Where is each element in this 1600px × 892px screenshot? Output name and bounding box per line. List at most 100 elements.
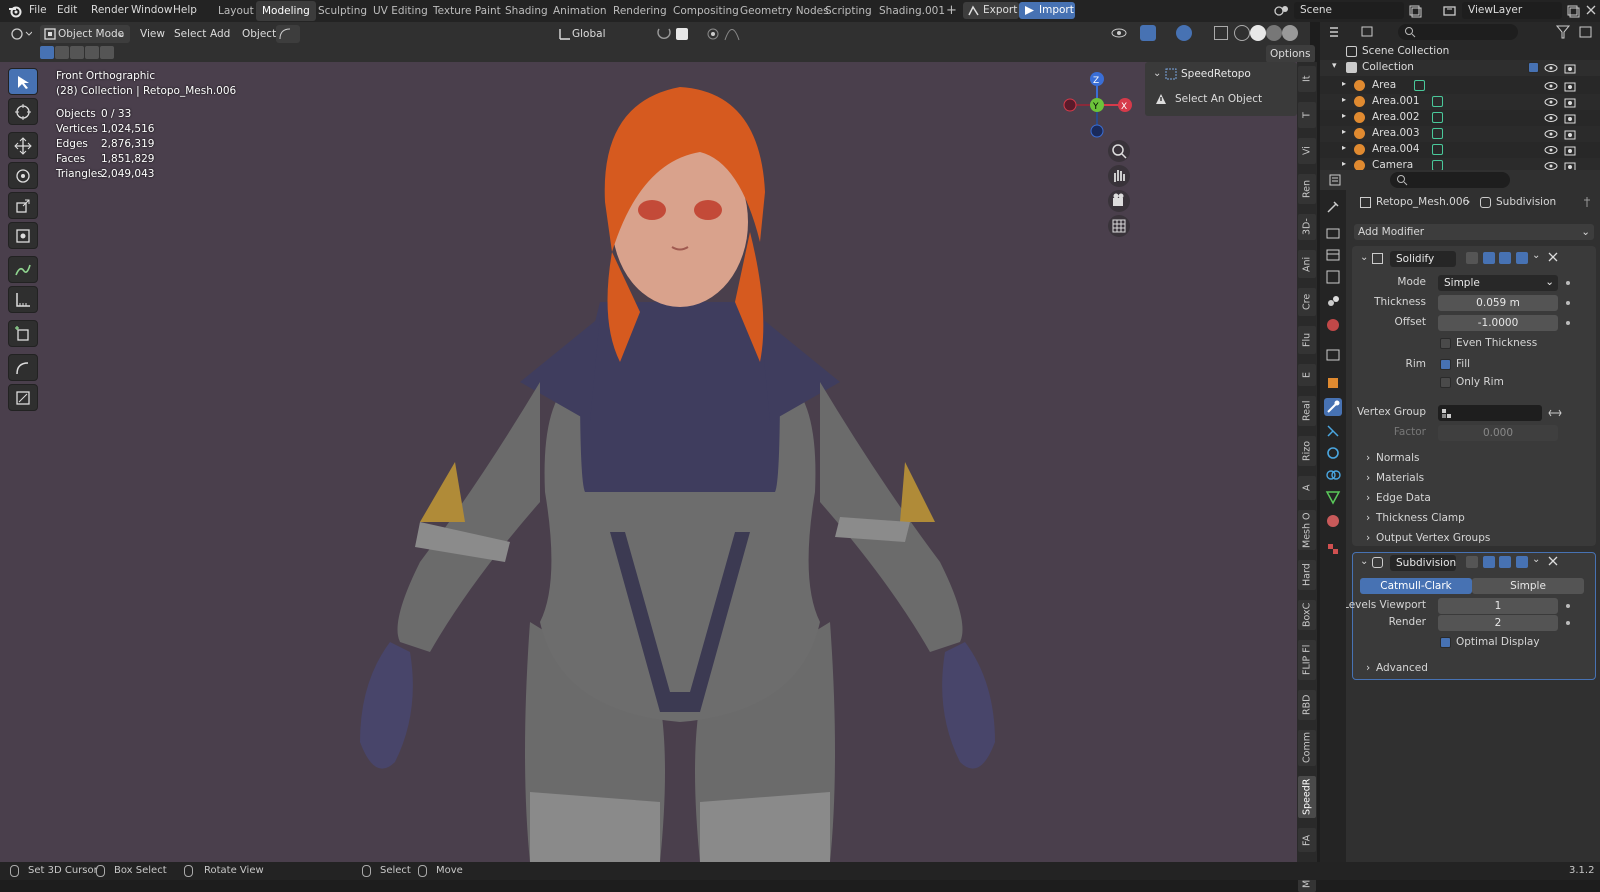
measure-tool[interactable]	[8, 286, 38, 313]
edit-mode-toggle-icon[interactable]	[1466, 556, 1478, 568]
add-workspace-button[interactable]: +	[940, 1, 963, 21]
on-cage-icon[interactable]	[1483, 556, 1495, 568]
eye-icon[interactable]	[1544, 144, 1558, 156]
outliner-item[interactable]: ▸ Area.002	[1320, 110, 1600, 126]
menu-select[interactable]: Select	[170, 25, 210, 43]
select-subtract-icon[interactable]	[70, 46, 84, 59]
catmull-clark-tab[interactable]: Catmull-Clark	[1360, 578, 1472, 594]
shrink-tool[interactable]	[8, 384, 38, 411]
filter-icon[interactable]	[1555, 25, 1574, 39]
tab-shading[interactable]: Shading	[499, 1, 554, 21]
falloff-icon[interactable]	[724, 27, 740, 41]
select-intersect-icon[interactable]	[100, 46, 114, 59]
rotate-tool[interactable]	[8, 162, 38, 189]
view-layer-tab-icon[interactable]	[1324, 268, 1342, 286]
materials-subpanel[interactable]: Materials	[1376, 472, 1424, 484]
menu-window[interactable]: Window	[131, 4, 172, 16]
annotate-tool[interactable]	[8, 256, 38, 283]
outliner-item[interactable]: ▸ Camera	[1320, 158, 1600, 170]
import-button[interactable]: Import	[1019, 2, 1075, 19]
menu-object[interactable]: Object	[238, 25, 280, 43]
add-cube-tool[interactable]	[8, 320, 38, 347]
edit-mode-toggle-icon[interactable]	[1466, 252, 1478, 264]
optimal-display-checkbox[interactable]	[1440, 637, 1451, 648]
keyframe-dot[interactable]	[1566, 281, 1570, 285]
navigation-gizmo[interactable]: Z Y X	[1060, 70, 1140, 140]
sidebar-tab-a[interactable]: A	[1298, 476, 1316, 500]
sidebar-tab-real[interactable]: Real	[1298, 396, 1316, 426]
expand-icon[interactable]: ▾	[1332, 61, 1337, 71]
overlay-toggle-icon[interactable]	[1176, 25, 1192, 41]
ortho-grid-icon[interactable]	[1108, 215, 1130, 237]
zoom-icon[interactable]	[1108, 140, 1130, 162]
render-toggle-icon[interactable]	[1516, 252, 1528, 264]
tab-modeling[interactable]: Modeling	[256, 1, 316, 21]
sidebar-tab-t[interactable]: T	[1298, 102, 1316, 128]
outliner-search-input[interactable]	[1398, 24, 1518, 40]
sidebar-tab-flip-fl[interactable]: FLIP Fl	[1298, 640, 1316, 680]
simple-tab[interactable]: Simple	[1472, 578, 1584, 594]
expand-icon[interactable]: ▸	[1342, 159, 1346, 168]
xray-icon[interactable]	[1214, 26, 1228, 40]
viewport-display-icon[interactable]	[1499, 252, 1511, 264]
camera-render-icon[interactable]	[1564, 128, 1576, 140]
camera-render-icon[interactable]	[1564, 144, 1576, 156]
scale-tool[interactable]	[8, 192, 38, 219]
shading-solid-icon[interactable]	[1250, 25, 1266, 41]
sidebar-tab-hard[interactable]: Hard	[1298, 560, 1316, 590]
offset-field[interactable]: -1.0000	[1438, 315, 1558, 331]
transform-orientation-dropdown[interactable]: Global	[556, 25, 622, 43]
view-layer-icon[interactable]	[1442, 4, 1458, 18]
mode-dropdown[interactable]: Simple ⌄	[1438, 275, 1558, 291]
close-icon[interactable]	[1548, 252, 1558, 262]
add-modifier-button[interactable]: Add Modifier ⌄	[1354, 224, 1594, 240]
keyframe-dot[interactable]	[1566, 604, 1570, 608]
expand-icon[interactable]: ›	[1366, 452, 1370, 464]
sidebar-tab-rbd[interactable]: RBD	[1298, 690, 1316, 720]
shading-rendered-icon[interactable]	[1282, 25, 1298, 41]
collection-checkbox[interactable]	[1528, 62, 1539, 73]
pin-icon[interactable]	[1582, 196, 1592, 208]
data-tab-icon[interactable]	[1324, 488, 1342, 506]
camera-render-icon[interactable]	[1564, 160, 1576, 170]
world-tab-icon[interactable]	[1324, 316, 1342, 334]
tab-layout[interactable]: Layout	[212, 1, 260, 21]
move-tool[interactable]	[8, 132, 38, 159]
grease-pencil-dropdown[interactable]	[276, 25, 300, 43]
proportional-edit-icon[interactable]	[706, 27, 720, 41]
menu-render[interactable]: Render	[91, 4, 128, 16]
outliner-scene-collection[interactable]: Scene Collection	[1320, 44, 1600, 60]
thickness-clamp-subpanel[interactable]: Thickness Clamp	[1376, 512, 1465, 524]
shear-tool[interactable]	[8, 354, 38, 381]
normals-subpanel[interactable]: Normals	[1376, 452, 1419, 464]
visibility-icon[interactable]	[1110, 26, 1128, 40]
expand-icon[interactable]: ▸	[1342, 143, 1346, 152]
scene-icon[interactable]	[1274, 4, 1290, 18]
tab-rendering[interactable]: Rendering	[607, 1, 673, 21]
edge-data-subpanel[interactable]: Edge Data	[1376, 492, 1431, 504]
editor-type-icon[interactable]	[10, 26, 33, 42]
vertex-group-field[interactable]	[1438, 405, 1542, 421]
physics-tab-icon[interactable]	[1324, 444, 1342, 462]
output-tab-icon[interactable]	[1324, 246, 1342, 264]
eye-icon[interactable]	[1544, 62, 1558, 74]
expand-icon[interactable]: ▸	[1342, 127, 1346, 136]
tab-scripting[interactable]: Scripting	[819, 1, 878, 21]
fill-checkbox[interactable]	[1440, 359, 1451, 370]
dropdown-icon[interactable]: ⌄	[1532, 250, 1540, 261]
sidebar-tab-rizo[interactable]: Rizo	[1298, 436, 1316, 466]
menu-edit[interactable]: Edit	[57, 4, 77, 16]
cursor-tool[interactable]	[8, 98, 38, 125]
scene-tab-icon[interactable]	[1324, 292, 1342, 310]
sidebar-tab-flu[interactable]: Flu	[1298, 326, 1316, 354]
expand-icon[interactable]: ▸	[1342, 95, 1346, 104]
pivot-icon[interactable]	[630, 48, 650, 62]
pan-hand-icon[interactable]	[1108, 165, 1130, 187]
subdivision-name-field[interactable]: Subdivision	[1390, 555, 1456, 571]
menu-file[interactable]: File	[29, 4, 47, 16]
copy-scene-icon[interactable]	[1408, 4, 1422, 18]
options-button[interactable]: Options	[1266, 45, 1315, 63]
on-cage-icon[interactable]	[1483, 252, 1495, 264]
outliner-collection[interactable]: ▾ Collection	[1320, 60, 1600, 76]
tab-sculpting[interactable]: Sculpting	[312, 1, 373, 21]
